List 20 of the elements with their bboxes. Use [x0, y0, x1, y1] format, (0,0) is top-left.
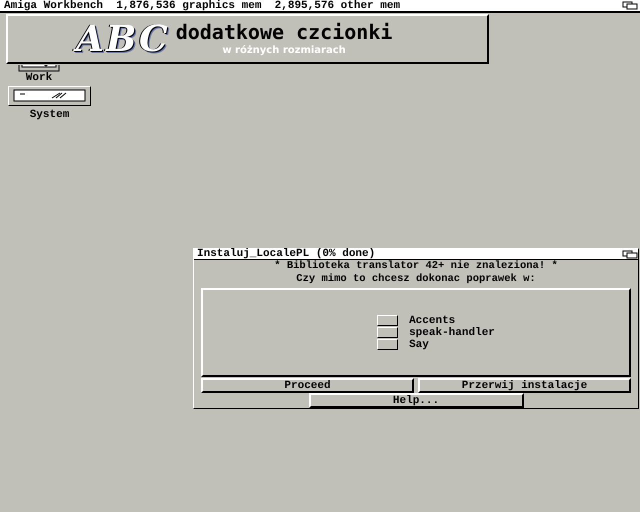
- message-text: Czy mimo to chcesz dokonac poprawek w:: [295, 273, 537, 286]
- dialog-button[interactable]: Proceed: [201, 378, 414, 393]
- checkbox[interactable]: [377, 327, 398, 338]
- checkbox[interactable]: [377, 315, 398, 326]
- depth-gadget-icon[interactable]: [622, 1, 638, 10]
- checkbox[interactable]: [377, 339, 398, 350]
- option-label: Say: [409, 338, 429, 350]
- window-title: Instaluj_LocalePL (0% done): [197, 248, 376, 260]
- option-label: speak-handler: [409, 326, 495, 338]
- icon-label[interactable]: Work: [26, 72, 52, 84]
- option-label: Accents: [409, 314, 456, 326]
- icon-label[interactable]: System: [30, 109, 70, 121]
- banner-title: dodatkowe czcionki: [176, 20, 392, 42]
- help-button[interactable]: Help...: [308, 393, 524, 408]
- banner-subtitle: w różnych rozmiarach: [221, 44, 347, 58]
- drawer-icon[interactable]: [18, 65, 60, 72]
- drawer-icon[interactable]: [8, 86, 91, 106]
- message-text: * Biblioteka translator 42+ nie znaleziona! *: [273, 260, 559, 273]
- depth-gadget-icon[interactable]: [622, 250, 638, 258]
- dialog-button[interactable]: Przerwij instalacje: [418, 378, 631, 393]
